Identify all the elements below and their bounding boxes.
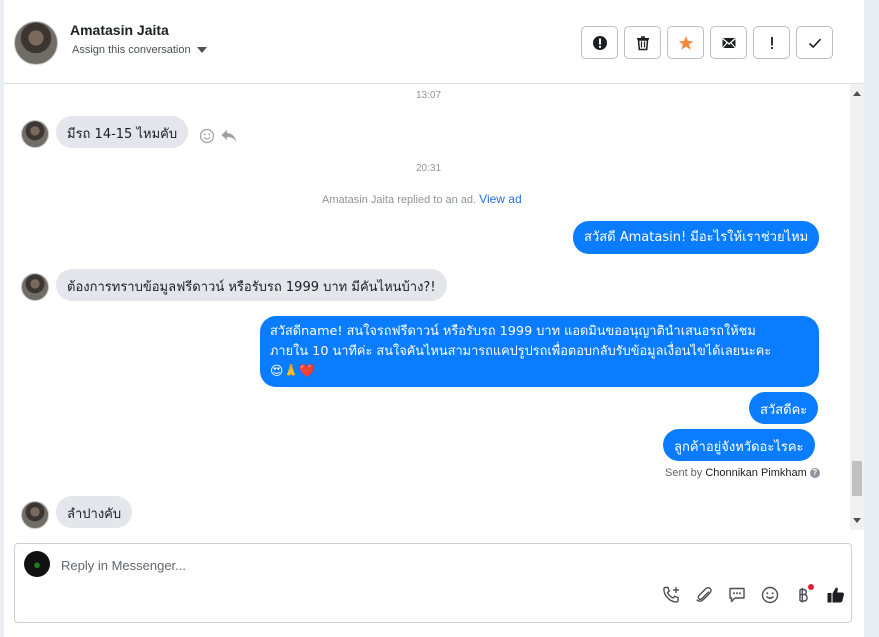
timestamp: 20:31 (416, 163, 442, 174)
sent-by-prefix: Sent by (665, 467, 703, 479)
contact-avatar[interactable] (14, 21, 58, 65)
envelope-icon (721, 37, 736, 48)
thread-scrollbar[interactable] (850, 84, 864, 530)
chat-bubble-icon (729, 587, 745, 603)
page-avatar (24, 551, 50, 577)
reply-composer (14, 543, 852, 623)
outgoing-message[interactable]: สวัสดีคะ (749, 392, 819, 424)
help-icon[interactable]: ? (809, 468, 820, 478)
incoming-message[interactable]: ลำปางคับ (56, 496, 133, 528)
outgoing-message[interactable]: ลูกค้าอยู่จังหวัดอะไรคะ (663, 429, 815, 461)
mark-unread-button[interactable] (710, 26, 747, 59)
phone-plus-icon (663, 586, 679, 603)
incoming-message[interactable]: มีรถ 14-15 ไหมคับ (56, 116, 189, 148)
delete-button[interactable] (624, 26, 661, 59)
conversation-header: Amatasin Jaita Assign this conversation (4, 0, 864, 84)
view-ad-link[interactable]: View ad (479, 192, 521, 206)
incoming-message[interactable]: ต้องการทราบข้อมูลฟรีดาวน์ หรือรับรถ 1999… (56, 269, 447, 301)
message-emoji: 😍🙏❤️ (270, 364, 316, 379)
outgoing-message-long[interactable]: สวัสดีname! สนใจรถฟรีดาวน์ หรือรับรถ 199… (260, 316, 819, 387)
spam-button[interactable] (753, 26, 790, 59)
reply-arrow-icon[interactable] (220, 128, 238, 144)
emoji-button[interactable] (759, 584, 781, 606)
contact-avatar-small (21, 501, 49, 529)
timestamp: 13:07 (416, 90, 442, 101)
scroll-down-arrow-icon[interactable] (853, 518, 861, 523)
paperclip-icon (696, 587, 712, 602)
scroll-up-arrow-icon[interactable] (853, 91, 861, 96)
star-icon (678, 35, 693, 50)
done-button[interactable] (796, 26, 833, 59)
ad-reply-notice: Amatasin Jaita replied to an ad. View ad (322, 192, 522, 206)
chevron-down-icon (196, 47, 207, 53)
exclamation-icon (770, 36, 773, 49)
sender-name[interactable]: Chonnikan Pimkham (705, 467, 807, 479)
sent-by-label: Sent by Chonnikan Pimkham ? (665, 467, 820, 479)
attach-button[interactable] (693, 584, 715, 606)
alert-circle-icon (592, 35, 607, 50)
ad-reply-text: Amatasin Jaita replied to an ad. (322, 194, 477, 206)
saved-replies-button[interactable] (726, 584, 748, 606)
check-icon (808, 38, 821, 48)
header-actions (581, 26, 833, 59)
composer-tools (660, 584, 847, 606)
react-smiley-icon[interactable] (199, 128, 215, 144)
payment-button[interactable] (792, 584, 814, 606)
message-line: ภายใน 10 นาทีค่ะ สนใจคันไหนสามารถแคปรูปร… (270, 344, 772, 359)
contact-avatar-small (21, 120, 49, 148)
star-button[interactable] (667, 26, 704, 59)
assign-label: Assign this conversation (72, 44, 191, 56)
thumbs-up-icon (827, 587, 844, 603)
reply-input[interactable] (59, 553, 663, 577)
message-line: สวัสดีname! สนใจรถฟรีดาวน์ หรือรับรถ 199… (270, 324, 756, 339)
contact-name[interactable]: Amatasin Jaita (70, 22, 169, 38)
assign-conversation-dropdown[interactable]: Assign this conversation (72, 44, 207, 56)
like-button[interactable] (825, 584, 847, 606)
report-button[interactable] (581, 26, 618, 59)
contact-avatar-small (21, 273, 49, 301)
add-call-button[interactable] (660, 584, 682, 606)
smiley-icon (761, 586, 779, 604)
notification-dot (808, 584, 814, 590)
scroll-thumb[interactable] (852, 461, 862, 496)
outgoing-message[interactable]: สวัสดี Amatasin! มีอะไรให้เราช่วยไหม (573, 221, 820, 254)
conversation-panel: Amatasin Jaita Assign this conversation (4, 0, 864, 637)
trash-icon (636, 35, 649, 50)
